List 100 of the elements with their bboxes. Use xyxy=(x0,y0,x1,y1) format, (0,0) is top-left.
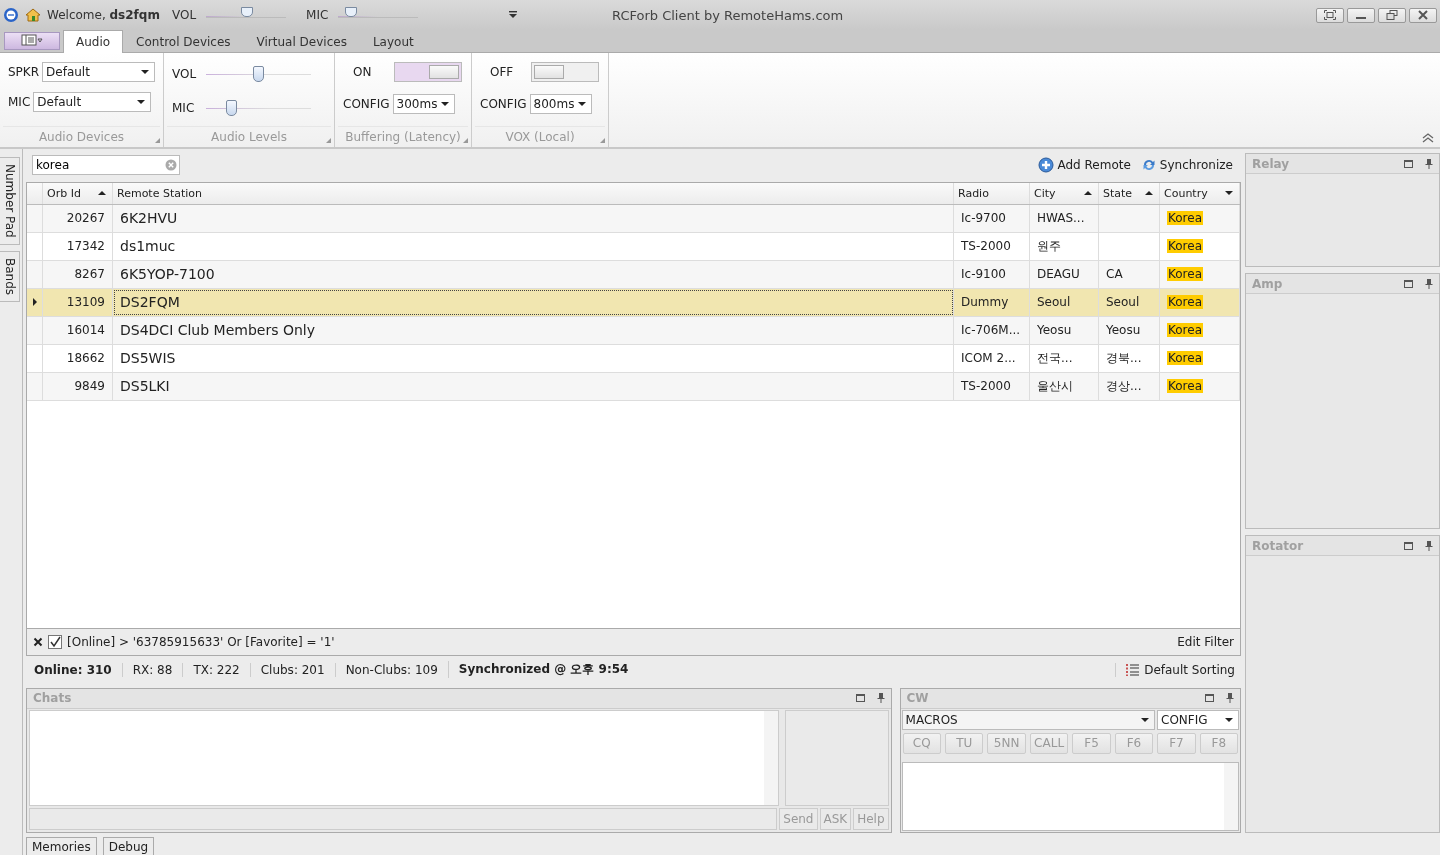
minimize-button[interactable] xyxy=(1347,7,1375,23)
config-dropdown[interactable]: 800ms xyxy=(529,94,592,114)
table-cell: Dummy xyxy=(954,288,1030,316)
slider-label: MIC xyxy=(172,101,196,115)
fullscreen-button[interactable] xyxy=(1316,7,1344,23)
app-menu-button[interactable] xyxy=(4,32,60,50)
side-tab[interactable]: Bands xyxy=(0,250,20,302)
bottom-tab[interactable]: Memories xyxy=(26,837,97,855)
column-header[interactable]: Remote Station xyxy=(113,182,954,204)
table-cell: DEAGU xyxy=(1030,260,1099,288)
table-cell: 20267 xyxy=(43,204,113,232)
scrollbar[interactable] xyxy=(1224,762,1238,830)
expand-icon[interactable] xyxy=(326,138,331,143)
maximize-icon[interactable] xyxy=(855,694,865,703)
field-label: CONFIG xyxy=(343,97,390,111)
slider-label: VOL xyxy=(172,67,198,81)
table-row[interactable]: 16014 DS4DCI Club Members Only Ic-706M... Yeosu Yeosu Korea xyxy=(27,316,1240,345)
ribbon-tab[interactable]: Layout xyxy=(359,31,427,52)
table-cell: 8267 xyxy=(43,260,113,288)
device-dropdown[interactable]: Default xyxy=(33,92,152,112)
side-tab[interactable]: Number Pad xyxy=(0,157,20,245)
ribbon-tab[interactable]: Control Devices xyxy=(123,31,244,52)
table-cell: CA xyxy=(1099,260,1160,288)
country-highlight: Korea xyxy=(1167,239,1204,254)
restore-button[interactable] xyxy=(1378,7,1406,23)
maximize-icon[interactable] xyxy=(1404,541,1413,550)
table-cell: 6K2HVU xyxy=(113,204,954,232)
table-cell: TS-2000 xyxy=(954,372,1030,400)
pin-icon[interactable] xyxy=(1226,693,1234,704)
filter-checkbox[interactable] xyxy=(48,634,62,649)
device-dropdown[interactable]: Default xyxy=(42,62,156,82)
table-cell: DS5LKI xyxy=(113,372,954,400)
chat-input[interactable] xyxy=(29,808,778,830)
toolbar-button[interactable]: Add Remote xyxy=(1038,157,1131,174)
close-button[interactable] xyxy=(1409,7,1437,23)
scrollbar[interactable] xyxy=(763,710,778,805)
expand-icon[interactable] xyxy=(463,138,468,143)
table-cell: ds1muc xyxy=(113,232,954,260)
country-highlight: Korea xyxy=(1167,351,1204,366)
toggle-label: ON xyxy=(352,65,373,79)
column-header[interactable]: City xyxy=(1030,182,1099,204)
status-text: Clubs: 201 xyxy=(249,662,335,677)
expand-icon[interactable] xyxy=(155,138,160,143)
table-cell: 경북... xyxy=(1099,344,1160,372)
minimize-icon xyxy=(1356,17,1366,19)
field-label: CONFIG xyxy=(480,97,527,111)
status-text: Synchronized @ 오후 9:54 xyxy=(447,661,639,679)
table-cell: 전국... xyxy=(1030,344,1099,372)
table-row[interactable]: 20267 6K2HVU Ic-9700 HWAS... Korea xyxy=(27,204,1240,233)
config-dropdown[interactable]: 300ms xyxy=(392,94,455,114)
column-header[interactable]: Orb Id xyxy=(43,182,113,204)
panel-title: Chats xyxy=(33,691,72,706)
dropdown-icon[interactable] xyxy=(508,11,519,19)
status-text: Online: 310 xyxy=(34,662,113,677)
table-cell: Yeosu xyxy=(1099,316,1160,344)
maximize-icon[interactable] xyxy=(1404,279,1413,288)
chat-icon[interactable] xyxy=(3,7,19,23)
slider-label: VOL xyxy=(171,8,197,22)
pin-icon[interactable] xyxy=(1425,278,1433,289)
table-cell: ICOM 2... xyxy=(954,344,1030,372)
search-field[interactable]: korea xyxy=(32,155,180,176)
table-row[interactable]: 17342 ds1muc TS-2000 원주 Korea xyxy=(27,232,1240,261)
home-icon[interactable] xyxy=(25,7,41,23)
config-dropdown[interactable]: CONFIG xyxy=(1157,709,1239,730)
sorting-button[interactable]: Default Sorting xyxy=(1115,662,1241,677)
close-icon[interactable] xyxy=(33,636,43,647)
table-cell: Seoul xyxy=(1099,288,1160,316)
table-row[interactable]: 8267 6K5YOP-7100 Ic-9100 DEAGU CA Korea xyxy=(27,260,1240,289)
filter-text: [Online] > '63785915633' Or [Favorite] = '1' xyxy=(67,634,335,649)
column-header[interactable]: Radio xyxy=(954,182,1030,204)
collapse-icon[interactable] xyxy=(1422,133,1434,143)
table-cell: Ic-9100 xyxy=(954,260,1030,288)
table-row[interactable]: 13109 DS2FQM Dummy Seoul Seoul Korea xyxy=(27,288,1240,317)
table-cell: Seoul xyxy=(1030,288,1099,316)
list-icon xyxy=(1126,662,1141,677)
column-header[interactable]: State xyxy=(1099,182,1160,204)
group-caption: VOX (Local) xyxy=(505,130,575,144)
table-row[interactable]: 9849 DS5LKI TS-2000 울산시 경상... Korea xyxy=(27,372,1240,401)
macros-dropdown[interactable]: MACROS xyxy=(901,709,1155,730)
ribbon-tab[interactable]: Audio xyxy=(63,30,124,53)
table-cell: 18662 xyxy=(43,344,113,372)
column-header[interactable]: Country xyxy=(1160,182,1240,204)
bottom-tab[interactable]: Debug xyxy=(102,837,155,855)
pin-icon[interactable] xyxy=(876,693,885,704)
table-cell: 울산시 xyxy=(1030,372,1099,400)
maximize-icon[interactable] xyxy=(1404,159,1413,168)
table-cell: Ic-9700 xyxy=(954,204,1030,232)
table-cell: 6K5YOP-7100 xyxy=(113,260,954,288)
toggle-switch[interactable] xyxy=(531,62,599,82)
edit-filter-link[interactable]: Edit Filter xyxy=(1177,634,1234,649)
maximize-icon[interactable] xyxy=(1205,694,1214,703)
country-highlight: Korea xyxy=(1167,267,1204,282)
pin-icon[interactable] xyxy=(1425,540,1433,551)
expand-icon[interactable] xyxy=(600,138,605,143)
pin-icon[interactable] xyxy=(1425,158,1433,169)
toggle-switch[interactable] xyxy=(394,62,462,82)
row-pointer-icon xyxy=(32,298,37,307)
toolbar-button[interactable]: Synchronize xyxy=(1140,157,1233,174)
table-row[interactable]: 18662 DS5WIS ICOM 2... 전국... 경북... Korea xyxy=(27,344,1240,373)
ribbon-tab[interactable]: Virtual Devices xyxy=(243,31,360,52)
